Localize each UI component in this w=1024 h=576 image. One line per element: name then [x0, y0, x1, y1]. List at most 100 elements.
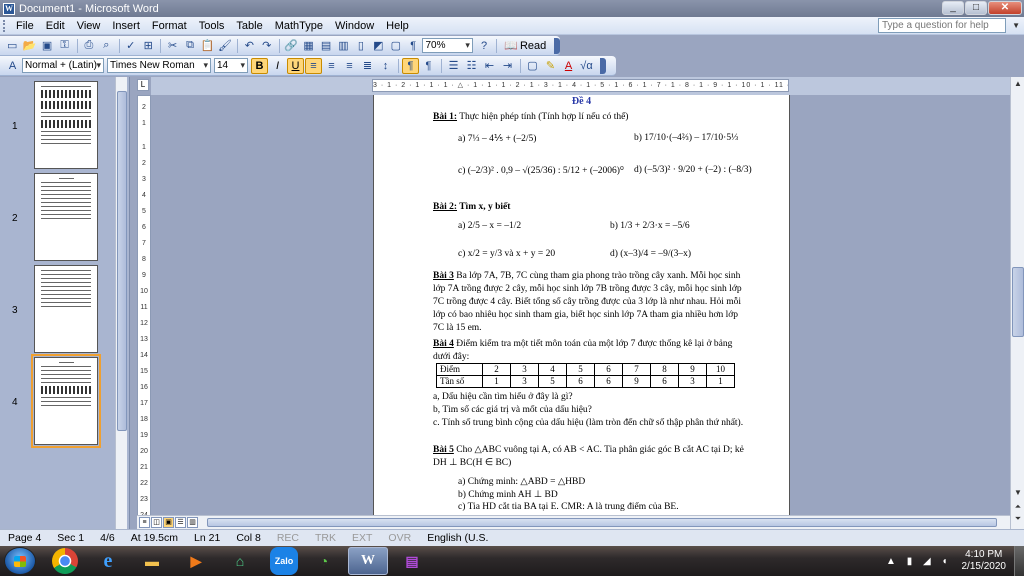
- thumbnail-page-1[interactable]: 1: [0, 81, 116, 171]
- scroll-down-icon[interactable]: ▼: [1012, 487, 1024, 499]
- read-button[interactable]: 📖 Read: [500, 39, 550, 53]
- tray-icons[interactable]: ▲ ▮ ◢ ◖: [886, 556, 951, 567]
- styles-pane-icon[interactable]: A: [4, 58, 21, 74]
- print-icon[interactable]: ⎙: [81, 38, 97, 54]
- toolbar-options-icon[interactable]: [554, 37, 561, 54]
- menu-format[interactable]: Format: [146, 18, 193, 34]
- drawing-icon[interactable]: ◩: [370, 38, 386, 54]
- menu-insert[interactable]: Insert: [106, 18, 146, 34]
- rtl-icon[interactable]: ¶: [420, 58, 437, 74]
- align-center-icon[interactable]: ≡: [323, 58, 340, 74]
- font-size-combo[interactable]: 14: [214, 58, 248, 73]
- save-icon[interactable]: ▣: [39, 38, 55, 54]
- highlight-icon[interactable]: ✎: [542, 58, 559, 74]
- help-dropdown-icon[interactable]: ▼: [1012, 21, 1020, 30]
- font-color-icon[interactable]: A: [560, 58, 577, 74]
- tables-borders-icon[interactable]: ▦: [300, 38, 316, 54]
- menu-grip[interactable]: [3, 19, 6, 32]
- internet-explorer-icon[interactable]: e: [88, 547, 128, 575]
- menu-help[interactable]: Help: [380, 18, 415, 34]
- menu-view[interactable]: View: [71, 18, 107, 34]
- start-button[interactable]: [4, 547, 36, 575]
- word-taskbar-icon[interactable]: W: [348, 547, 388, 575]
- ltr-icon[interactable]: ¶: [402, 57, 419, 74]
- underline-button[interactable]: U: [287, 57, 304, 74]
- word-app-icon[interactable]: W: [3, 2, 15, 15]
- zalo-icon[interactable]: Zalo: [270, 547, 298, 575]
- horizontal-scroll-thumb[interactable]: [207, 518, 997, 527]
- outline-view-icon[interactable]: ☰: [175, 517, 186, 528]
- new-document-icon[interactable]: ▭: [4, 38, 20, 54]
- font-combo[interactable]: Times New Roman: [107, 58, 211, 73]
- spelling-icon[interactable]: ✓: [123, 38, 139, 54]
- undo-icon[interactable]: ↶: [241, 38, 257, 54]
- chrome-icon[interactable]: [52, 548, 78, 574]
- align-left-icon[interactable]: ≡: [305, 57, 322, 74]
- status-rec[interactable]: REC: [269, 532, 307, 544]
- document-page[interactable]: Đề 4 Bài 1: Thực hiện phép tính (Tính hợ…: [373, 95, 790, 515]
- thumbnails-scrollbar[interactable]: [115, 77, 127, 529]
- menu-edit[interactable]: Edit: [40, 18, 71, 34]
- bold-button[interactable]: B: [251, 57, 268, 74]
- document-map-icon[interactable]: ▢: [388, 38, 404, 54]
- copy-icon[interactable]: ⧉: [182, 38, 198, 54]
- research-icon[interactable]: ⊞: [140, 38, 156, 54]
- menu-file[interactable]: File: [10, 18, 40, 34]
- status-ovr[interactable]: OVR: [380, 532, 419, 544]
- help-search-input[interactable]: Type a question for help: [878, 18, 1006, 33]
- insert-table-icon[interactable]: ▤: [318, 38, 334, 54]
- align-right-icon[interactable]: ≡: [341, 58, 358, 74]
- android-emulator-icon[interactable]: ⌂: [220, 547, 260, 575]
- bullets-icon[interactable]: ☷: [463, 58, 480, 74]
- help-icon[interactable]: ?: [476, 38, 492, 54]
- horizontal-scrollbar[interactable]: ≡ ◫ ▣ ☰ ▥: [137, 515, 1010, 529]
- close-button[interactable]: ✕: [988, 1, 1022, 15]
- style-combo[interactable]: Normal + (Latin): [22, 58, 104, 73]
- decrease-indent-icon[interactable]: ⇤: [481, 58, 498, 74]
- normal-view-icon[interactable]: ≡: [139, 517, 150, 528]
- line-spacing-icon[interactable]: ↕: [377, 58, 394, 74]
- insert-excel-icon[interactable]: ▥: [335, 38, 351, 54]
- thumbnail-page-2[interactable]: 2: [0, 173, 116, 263]
- menu-window[interactable]: Window: [329, 18, 380, 34]
- increase-indent-icon[interactable]: ⇥: [499, 58, 516, 74]
- next-page-icon[interactable]: ⏷: [1012, 513, 1024, 525]
- show-desktop-button[interactable]: [1014, 546, 1024, 576]
- border-icon[interactable]: ▢: [524, 58, 541, 74]
- justify-icon[interactable]: ≣: [359, 58, 376, 74]
- tab-selector-button[interactable]: L: [137, 79, 149, 91]
- scroll-up-icon[interactable]: ▲: [1012, 78, 1024, 90]
- file-explorer-icon[interactable]: ▬: [132, 547, 172, 575]
- horizontal-ruler[interactable]: 3 · 1 · 2 · 1 · 1 · 1 · △ · 1 · 1 · 1 · …: [372, 79, 789, 92]
- italic-button[interactable]: I: [269, 58, 286, 74]
- ccleaner-icon[interactable]: ◔: [304, 547, 344, 575]
- vertical-scroll-thumb[interactable]: [1012, 267, 1024, 337]
- print-layout-icon[interactable]: ▣: [163, 517, 174, 528]
- status-ext[interactable]: EXT: [344, 532, 380, 544]
- thumbnails-scroll-thumb[interactable]: [117, 91, 127, 431]
- mathtype-icon[interactable]: √α: [578, 58, 595, 74]
- format-painter-icon[interactable]: 🖌: [217, 38, 233, 54]
- maximize-button[interactable]: □: [965, 1, 987, 15]
- show-hide-icon[interactable]: ¶: [405, 38, 421, 54]
- toolbar-options-icon-2[interactable]: [600, 57, 606, 74]
- vertical-scrollbar[interactable]: ▲ ▼ ⏶ ⏷: [1010, 77, 1024, 529]
- thumbnail-page-4[interactable]: 4: [0, 354, 116, 448]
- winrar-icon[interactable]: ▤: [392, 547, 432, 575]
- web-layout-icon[interactable]: ◫: [151, 517, 162, 528]
- paste-icon[interactable]: 📋: [199, 38, 215, 54]
- permission-icon[interactable]: ⚿: [56, 38, 72, 54]
- open-folder-icon[interactable]: 📂: [21, 38, 37, 54]
- clock[interactable]: 4:10 PM 2/15/2020: [962, 549, 1007, 573]
- previous-page-icon[interactable]: ⏶: [1012, 501, 1024, 513]
- thumbnail-page-3[interactable]: 3: [0, 265, 116, 355]
- hyperlink-icon[interactable]: 🔗: [283, 38, 299, 54]
- numbering-icon[interactable]: ☰: [445, 58, 462, 74]
- reading-layout-icon[interactable]: ▥: [187, 517, 198, 528]
- vertical-ruler[interactable]: 2 1 1 2 3 4 5 6 7 8 9 10 11 12 13 14 15 …: [137, 95, 151, 525]
- status-trk[interactable]: TRK: [307, 532, 344, 544]
- minimize-button[interactable]: _: [942, 1, 964, 15]
- redo-icon[interactable]: ↷: [259, 38, 275, 54]
- cut-icon[interactable]: ✂: [164, 38, 180, 54]
- print-preview-icon[interactable]: ⌕: [98, 38, 114, 54]
